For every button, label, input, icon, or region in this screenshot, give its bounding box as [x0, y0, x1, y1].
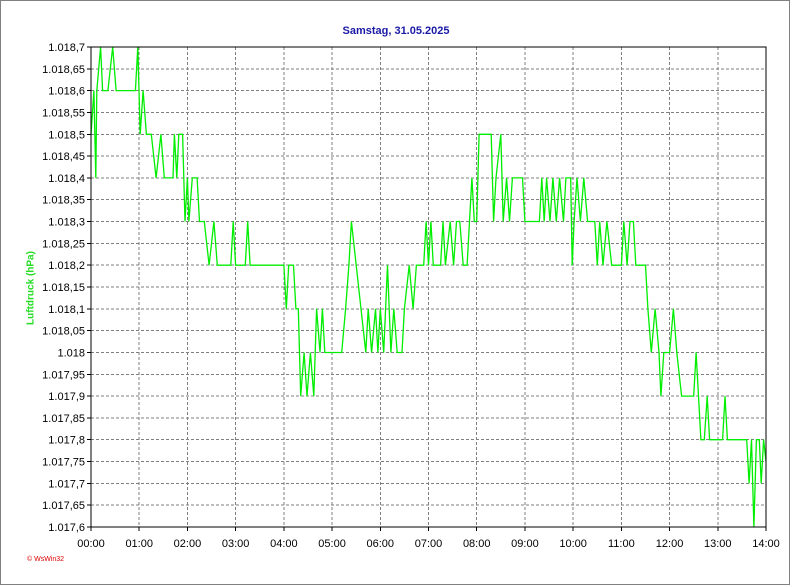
x-tick-label: 05:00 [318, 538, 346, 550]
x-axis-ticks: 00:00 01:00 02:00 03:00 04:00 05:00 06:00 07:00… [77, 527, 780, 550]
x-tick-label: 12:00 [656, 538, 684, 550]
y-tick-label: 1.018,35 [42, 195, 85, 207]
y-tick-label: 1.017,6 [48, 522, 85, 534]
x-tick-label: 10:00 [559, 538, 587, 550]
y-tick-label: 1.018,15 [42, 282, 85, 294]
x-tick-label: 04:00 [270, 538, 298, 550]
x-tick-label: 03:00 [222, 538, 250, 550]
y-tick-label: 1.017,85 [42, 413, 85, 425]
y-tick-label: 1.018,4 [48, 173, 85, 185]
y-tick-label: 1.018 [57, 347, 85, 359]
y-tick-label: 1.018,1 [48, 304, 85, 316]
y-tick-label: 1.017,9 [48, 391, 85, 403]
y-tick-label: 1.017,8 [48, 435, 85, 447]
y-tick-label: 1.018,5 [48, 129, 85, 141]
y-tick-label: 1.017,65 [42, 500, 85, 512]
y-tick-label: 1.018,3 [48, 217, 85, 229]
y-tick-label: 1.018,45 [42, 151, 85, 163]
x-tick-label: 09:00 [511, 538, 539, 550]
x-tick-label: 07:00 [415, 538, 443, 550]
y-axis-ticks: 1.018,7 1.018,65 1.018,6 1.018,55 1.018,5 1.0… [42, 42, 91, 534]
y-tick-label: 1.017,95 [42, 369, 85, 381]
y-tick-label: 1.018,05 [42, 326, 85, 338]
y-tick-label: 1.018,25 [42, 238, 85, 250]
x-tick-label: 00:00 [77, 538, 105, 550]
x-tick-label: 02:00 [174, 538, 202, 550]
y-tick-label: 1.018,2 [48, 260, 85, 272]
y-tick-label: 1.018,65 [42, 64, 85, 76]
line-chart: 1.018,7 1.018,65 1.018,6 1.018,55 1.018,5 1.0… [42, 42, 780, 550]
x-tick-label: 14:00 [752, 538, 780, 550]
y-tick-label: 1.017,75 [42, 457, 85, 469]
x-tick-label: 01:00 [125, 538, 153, 550]
y-tick-label: 1.018,55 [42, 107, 85, 119]
grid-lines [91, 47, 766, 527]
x-tick-label: 06:00 [367, 538, 395, 550]
x-tick-label: 08:00 [463, 538, 491, 550]
x-tick-label: 13:00 [704, 538, 732, 550]
y-tick-label: 1.018,6 [48, 86, 85, 98]
y-tick-label: 1.018,7 [48, 42, 85, 54]
x-tick-label: 11:00 [608, 538, 635, 550]
y-tick-label: 1.017,7 [48, 478, 85, 490]
